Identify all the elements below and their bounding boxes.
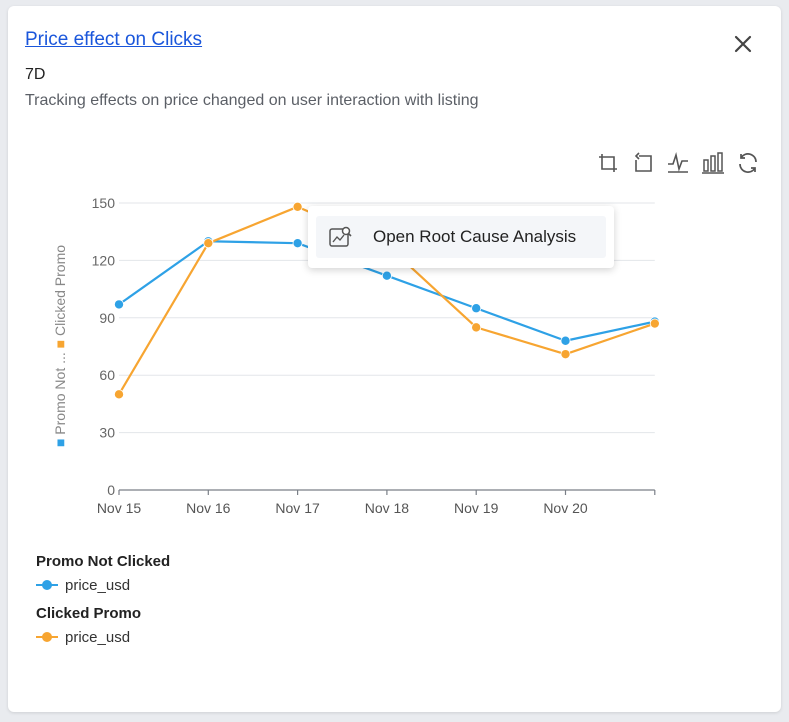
card-description: Tracking effects on price changed on use…	[25, 92, 479, 109]
period-label: 7D	[25, 66, 46, 83]
data-point	[292, 238, 303, 249]
y-axis-legend: ■ Promo Not ... ■ Clicked Promo	[52, 245, 68, 447]
legend-group-promo-not-clicked: Promo Not Clicked price_usd	[36, 553, 170, 597]
legend-group-clicked-promo: Clicked Promo price_usd	[36, 605, 170, 649]
card-title-link[interactable]: Price effect on Clicks	[25, 29, 202, 51]
x-tick-label: Nov 16	[186, 500, 231, 516]
crop-icon	[599, 154, 617, 172]
y-axis-legend-text: ■ Promo Not ... ■ Clicked Promo	[52, 245, 68, 447]
x-tick-label: Nov 20	[543, 500, 588, 516]
x-tick-label: Nov 19	[454, 500, 499, 516]
y-tick-label: 120	[92, 252, 116, 268]
undo-icon	[634, 152, 652, 172]
y-legend-square: ■	[52, 336, 68, 352]
y-legend-square: ■	[52, 435, 68, 447]
data-point	[203, 238, 214, 249]
legend-item-label: price_usd	[65, 628, 131, 646]
y-legend-name: Clicked Promo	[52, 245, 68, 336]
legend-group-title: Promo Not Clicked	[36, 553, 171, 570]
y-tick-label: 30	[99, 425, 115, 441]
refresh-icon	[739, 153, 757, 173]
bar-chart-icon	[702, 152, 724, 174]
legend-item-label: price_usd	[65, 576, 131, 594]
data-point	[471, 303, 482, 314]
open-root-cause-analysis-item[interactable]: Open Root Cause Analysis	[316, 216, 606, 258]
data-point	[381, 270, 392, 281]
close-button[interactable]	[730, 31, 756, 57]
data-point	[649, 318, 660, 329]
data-point	[471, 322, 482, 333]
menu-item-label: Open Root Cause Analysis	[373, 227, 577, 246]
y-legend-name: Promo Not ...	[52, 352, 68, 434]
line-view-button[interactable]	[666, 151, 690, 175]
x-tick-label: Nov 17	[275, 500, 320, 516]
close-icon	[734, 35, 752, 53]
line-chart-icon	[668, 151, 688, 173]
root-cause-analysis-icon	[329, 226, 352, 247]
legend-group-title: Clicked Promo	[36, 605, 142, 622]
bar-view-button[interactable]	[701, 151, 725, 175]
x-tick-label: Nov 18	[365, 500, 410, 516]
chart-toolbar	[596, 151, 760, 177]
legend-item-promo-not-clicked[interactable]: price_usd	[36, 573, 170, 597]
data-point	[292, 201, 303, 212]
legend-marker	[36, 631, 58, 643]
context-menu: Open Root Cause Analysis	[308, 206, 614, 268]
y-tick-label: 0	[107, 482, 115, 498]
chart-legend: Promo Not Clicked price_usd Clicked Prom…	[36, 553, 170, 657]
data-point	[114, 389, 125, 400]
crop-button[interactable]	[596, 151, 620, 175]
y-tick-label: 60	[99, 367, 115, 383]
refresh-button[interactable]	[736, 151, 760, 175]
y-tick-label: 150	[92, 195, 116, 211]
chart-card: Price effect on Clicks 7D Tracking effec…	[8, 6, 781, 712]
data-point	[114, 299, 125, 310]
data-point	[560, 335, 571, 346]
legend-marker	[36, 579, 58, 591]
undo-zoom-button[interactable]	[631, 151, 655, 175]
legend-item-clicked-promo[interactable]: price_usd	[36, 625, 170, 649]
y-tick-label: 90	[99, 310, 115, 326]
x-tick-label: Nov 15	[97, 500, 142, 516]
data-point	[560, 349, 571, 360]
